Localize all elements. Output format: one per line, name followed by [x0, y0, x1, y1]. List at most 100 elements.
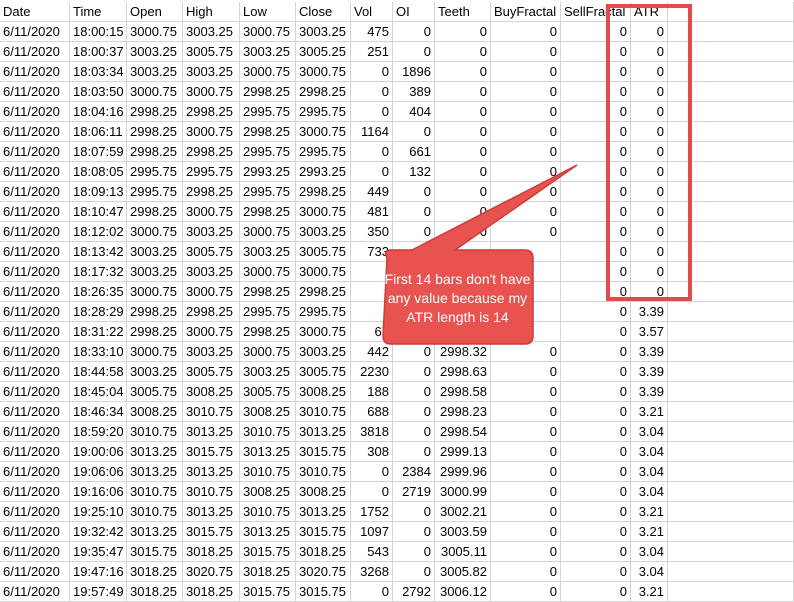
cell-time[interactable]: 18:26:35 — [70, 282, 127, 302]
cell-low[interactable]: 3015.75 — [240, 582, 296, 602]
cell-time[interactable]: 18:59:20 — [70, 422, 127, 442]
cell-teeth[interactable]: 0 — [435, 102, 491, 122]
cell-high[interactable]: 2998.25 — [183, 142, 240, 162]
cell-buyfractal[interactable]: 0 — [491, 462, 561, 482]
cell-high[interactable]: 3000.75 — [183, 122, 240, 142]
cell-teeth[interactable]: 3006.12 — [435, 582, 491, 602]
cell-atr[interactable]: 3.04 — [631, 562, 668, 582]
cell-low[interactable]: 2995.75 — [240, 142, 296, 162]
cell-high[interactable]: 3020.75 — [183, 562, 240, 582]
cell-open[interactable]: 3000.75 — [127, 282, 183, 302]
cell-oi[interactable]: 389 — [393, 82, 435, 102]
cell-vol[interactable]: 449 — [351, 182, 393, 202]
cell-sellfractal[interactable]: 0 — [561, 562, 631, 582]
cell-empty[interactable] — [668, 482, 794, 502]
cell-close[interactable]: 2998.25 — [296, 182, 351, 202]
header-date[interactable]: Date — [0, 2, 70, 22]
cell-teeth[interactable]: 2999.13 — [435, 442, 491, 462]
cell-teeth[interactable]: 0 — [435, 82, 491, 102]
cell-empty[interactable] — [668, 562, 794, 582]
cell-empty[interactable] — [668, 522, 794, 542]
cell-open[interactable]: 2998.25 — [127, 102, 183, 122]
cell-oi[interactable]: 661 — [393, 142, 435, 162]
cell-date[interactable]: 6/11/2020 — [0, 562, 70, 582]
cell-time[interactable]: 18:03:34 — [70, 62, 127, 82]
cell-oi[interactable]: 2719 — [393, 482, 435, 502]
cell-teeth[interactable]: 2999.96 — [435, 462, 491, 482]
cell-vol[interactable]: 308 — [351, 442, 393, 462]
cell-date[interactable]: 6/11/2020 — [0, 262, 70, 282]
cell-oi[interactable]: 0 — [393, 422, 435, 442]
cell-teeth[interactable]: 0 — [435, 142, 491, 162]
cell-close[interactable]: 3018.25 — [296, 542, 351, 562]
cell-date[interactable]: 6/11/2020 — [0, 582, 70, 602]
cell-teeth[interactable]: 3002.21 — [435, 502, 491, 522]
cell-time[interactable]: 18:06:11 — [70, 122, 127, 142]
cell-time[interactable]: 18:00:37 — [70, 42, 127, 62]
cell-low[interactable]: 3000.75 — [240, 22, 296, 42]
cell-atr[interactable]: 3.04 — [631, 442, 668, 462]
cell-open[interactable]: 3018.25 — [127, 582, 183, 602]
cell-buyfractal[interactable]: 0 — [491, 582, 561, 602]
cell-atr[interactable]: 3.39 — [631, 342, 668, 362]
cell-date[interactable]: 6/11/2020 — [0, 242, 70, 262]
cell-date[interactable]: 6/11/2020 — [0, 62, 70, 82]
cell-open[interactable]: 3003.25 — [127, 42, 183, 62]
cell-close[interactable]: 2995.75 — [296, 142, 351, 162]
cell-empty[interactable] — [668, 422, 794, 442]
cell-buyfractal[interactable]: 0 — [491, 542, 561, 562]
cell-close[interactable]: 3010.75 — [296, 462, 351, 482]
cell-time[interactable]: 19:32:42 — [70, 522, 127, 542]
cell-open[interactable]: 2995.75 — [127, 162, 183, 182]
cell-sellfractal[interactable]: 0 — [561, 482, 631, 502]
cell-buyfractal[interactable]: 0 — [491, 502, 561, 522]
cell-atr[interactable]: 3.04 — [631, 482, 668, 502]
cell-teeth[interactable]: 0 — [435, 62, 491, 82]
cell-buyfractal[interactable]: 0 — [491, 102, 561, 122]
cell-close[interactable]: 2993.25 — [296, 162, 351, 182]
cell-oi[interactable]: 2384 — [393, 462, 435, 482]
cell-open[interactable]: 3003.25 — [127, 62, 183, 82]
cell-high[interactable]: 3003.25 — [183, 62, 240, 82]
cell-date[interactable]: 6/11/2020 — [0, 202, 70, 222]
cell-vol[interactable]: 0 — [351, 82, 393, 102]
header-low[interactable]: Low — [240, 2, 296, 22]
cell-buyfractal[interactable]: 0 — [491, 562, 561, 582]
cell-high[interactable]: 3010.75 — [183, 482, 240, 502]
cell-open[interactable]: 2995.75 — [127, 182, 183, 202]
cell-time[interactable]: 18:17:32 — [70, 262, 127, 282]
cell-oi[interactable]: 0 — [393, 122, 435, 142]
cell-empty[interactable] — [668, 382, 794, 402]
header-open[interactable]: Open — [127, 2, 183, 22]
cell-open[interactable]: 3000.75 — [127, 22, 183, 42]
cell-buyfractal[interactable]: 0 — [491, 522, 561, 542]
cell-time[interactable]: 18:07:59 — [70, 142, 127, 162]
cell-low[interactable]: 3003.25 — [240, 42, 296, 62]
cell-time[interactable]: 18:10:47 — [70, 202, 127, 222]
cell-empty[interactable] — [668, 582, 794, 602]
cell-buyfractal[interactable]: 0 — [491, 482, 561, 502]
cell-time[interactable]: 19:25:10 — [70, 502, 127, 522]
cell-time[interactable]: 18:09:13 — [70, 182, 127, 202]
cell-time[interactable]: 18:31:22 — [70, 322, 127, 342]
cell-date[interactable]: 6/11/2020 — [0, 302, 70, 322]
cell-open[interactable]: 3013.25 — [127, 462, 183, 482]
cell-teeth[interactable]: 0 — [435, 42, 491, 62]
cell-close[interactable]: 3015.75 — [296, 522, 351, 542]
cell-date[interactable]: 6/11/2020 — [0, 222, 70, 242]
cell-high[interactable]: 3000.75 — [183, 82, 240, 102]
cell-empty[interactable] — [668, 542, 794, 562]
cell-date[interactable]: 6/11/2020 — [0, 522, 70, 542]
cell-open[interactable]: 3010.75 — [127, 482, 183, 502]
cell-teeth[interactable]: 0 — [435, 22, 491, 42]
cell-buyfractal[interactable]: 0 — [491, 442, 561, 462]
header-close[interactable]: Close — [296, 2, 351, 22]
cell-buyfractal[interactable]: 0 — [491, 82, 561, 102]
header-buyfractal[interactable]: BuyFractal — [491, 2, 561, 22]
cell-close[interactable]: 3003.25 — [296, 22, 351, 42]
cell-oi[interactable]: 0 — [393, 542, 435, 562]
cell-sellfractal[interactable]: 0 — [561, 522, 631, 542]
cell-open[interactable]: 2998.25 — [127, 322, 183, 342]
cell-atr[interactable]: 3.39 — [631, 382, 668, 402]
cell-oi[interactable]: 0 — [393, 182, 435, 202]
